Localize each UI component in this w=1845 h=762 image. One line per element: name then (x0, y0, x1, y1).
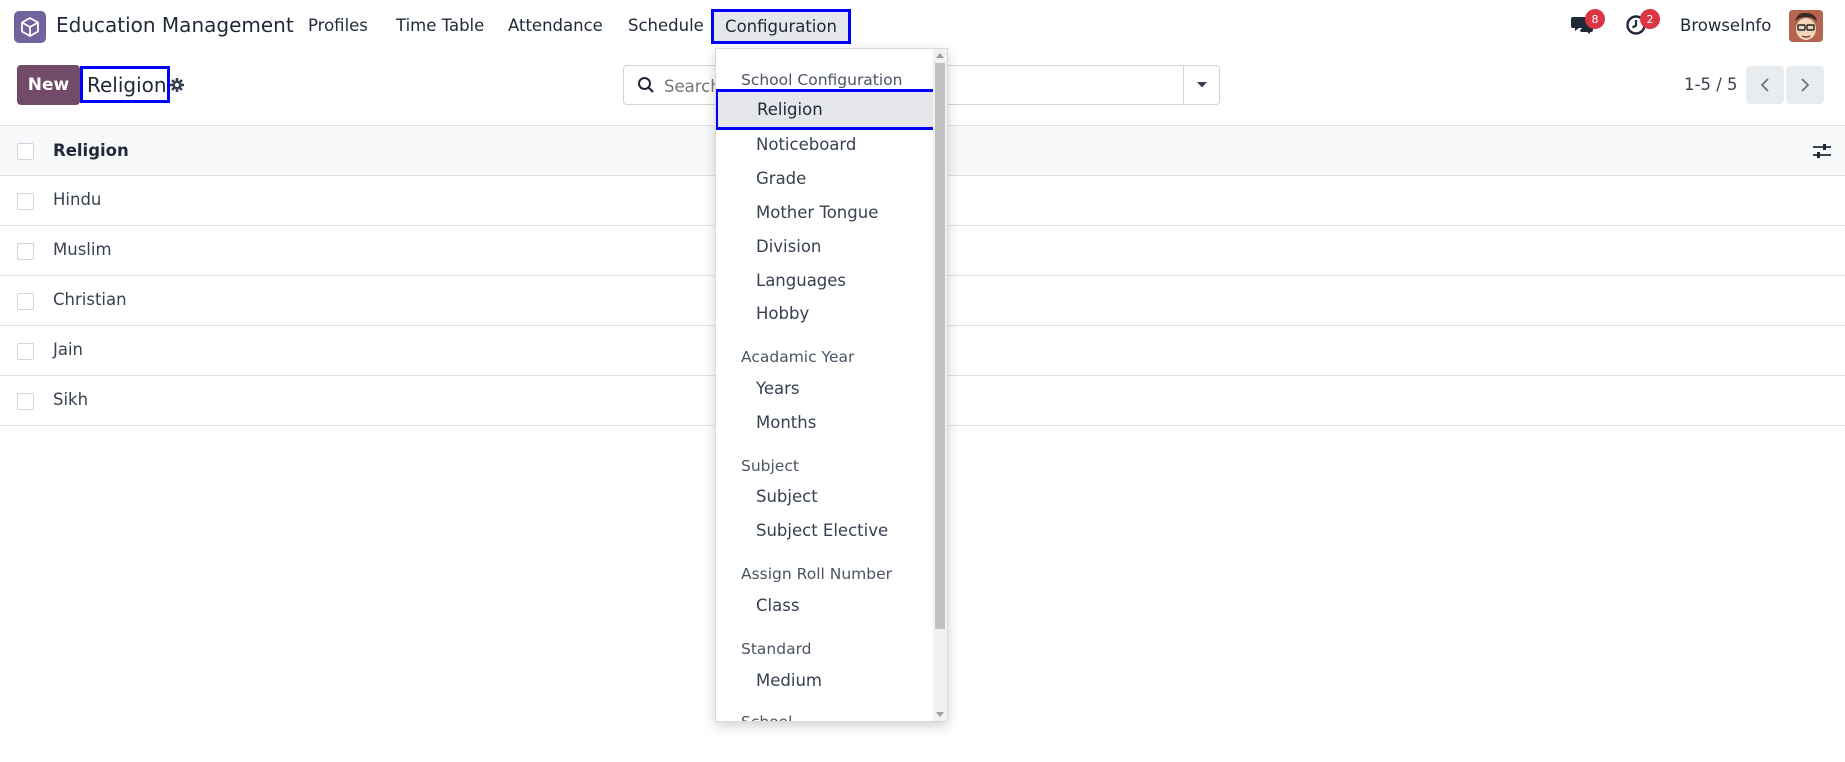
search-options-toggle[interactable] (1183, 65, 1220, 105)
breadcrumb-title: Religion (80, 66, 170, 103)
dropdown-section-school: School (741, 713, 793, 722)
religion-cell: Muslim (53, 240, 112, 259)
gear-icon[interactable] (169, 77, 185, 93)
religion-cell: Hindu (53, 190, 102, 209)
user-avatar[interactable] (1789, 10, 1823, 42)
menu-item-years[interactable]: Years (756, 379, 800, 398)
messages-count-badge: 8 (1585, 9, 1605, 29)
messages-button[interactable]: 8 (1570, 9, 1605, 38)
dropdown-section-subject: Subject (741, 457, 799, 475)
row-checkbox[interactable] (17, 343, 34, 360)
dropdown-section-acadamic-year: Acadamic Year (741, 348, 855, 366)
pager-next-button[interactable] (1786, 66, 1824, 104)
activities-count-badge: 2 (1640, 9, 1660, 29)
religion-cell: Jain (53, 340, 84, 359)
menu-item-noticeboard[interactable]: Noticeboard (756, 135, 856, 154)
search-icon (638, 77, 654, 93)
row-checkbox[interactable] (17, 243, 34, 260)
nav-menu-schedule[interactable]: Schedule (628, 16, 704, 35)
menu-item-months[interactable]: Months (756, 413, 816, 432)
pager-value[interactable]: 1-5 / 5 (1684, 75, 1738, 94)
select-all-checkbox[interactable] (17, 143, 34, 160)
menu-item-subject[interactable]: Subject (756, 487, 818, 506)
menu-item-medium[interactable]: Medium (756, 671, 822, 690)
user-name[interactable]: BrowseInfo (1680, 16, 1771, 35)
nav-menu-configuration[interactable]: Configuration (711, 9, 851, 44)
menu-item-grade[interactable]: Grade (756, 169, 806, 188)
sliders-icon[interactable] (1812, 142, 1832, 160)
menu-item-languages[interactable]: Languages (756, 271, 846, 290)
dropdown-section-assign-roll-number: Assign Roll Number (741, 565, 893, 583)
row-checkbox[interactable] (17, 193, 34, 210)
app-logo-icon[interactable] (14, 11, 46, 43)
menu-item-subject-elective[interactable]: Subject Elective (756, 521, 888, 540)
religion-cell: Sikh (53, 390, 89, 409)
chevron-left-icon (1760, 78, 1769, 92)
configuration-dropdown-menu: School Configuration Religion Noticeboar… (715, 48, 948, 722)
scroll-down-arrow-icon[interactable] (936, 712, 944, 717)
new-button[interactable]: New (17, 65, 80, 105)
row-checkbox[interactable] (17, 293, 34, 310)
chevron-right-icon (1801, 78, 1810, 92)
dropdown-scrollbar[interactable] (933, 49, 947, 721)
nav-menu-profiles[interactable]: Profiles (308, 16, 368, 35)
religion-cell: Christian (53, 290, 127, 309)
menu-item-mother-tongue[interactable]: Mother Tongue (756, 203, 878, 222)
pager-previous-button[interactable] (1746, 66, 1784, 104)
scroll-up-arrow-icon[interactable] (936, 53, 944, 58)
nav-menu-time-table[interactable]: Time Table (396, 16, 484, 35)
nav-menu-attendance[interactable]: Attendance (508, 16, 603, 35)
dropdown-section-school-configuration: School Configuration (741, 71, 903, 89)
activities-button[interactable]: 2 (1625, 9, 1660, 38)
top-navbar: Education Management Profiles Time Table… (0, 0, 1845, 52)
dropdown-section-standard: Standard (741, 640, 812, 658)
column-header-religion[interactable]: Religion (53, 141, 129, 160)
menu-item-class[interactable]: Class (756, 596, 799, 615)
menu-item-division[interactable]: Division (756, 237, 821, 256)
caret-down-icon (1196, 82, 1207, 88)
menu-item-religion[interactable]: Religion (716, 89, 939, 130)
row-checkbox[interactable] (17, 393, 34, 410)
menu-item-hobby[interactable]: Hobby (756, 304, 809, 323)
app-name[interactable]: Education Management (56, 13, 294, 37)
scroll-thumb[interactable] (935, 63, 945, 629)
